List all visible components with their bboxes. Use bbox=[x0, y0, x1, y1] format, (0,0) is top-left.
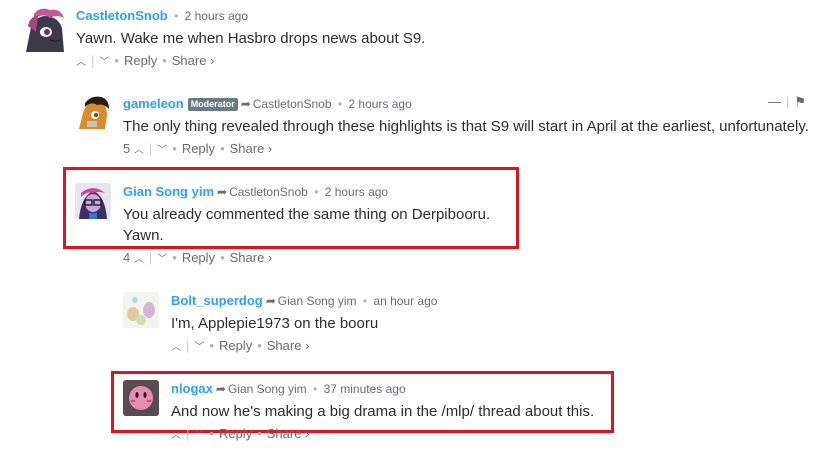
upvote-icon[interactable]: ︿ bbox=[134, 254, 144, 265]
reply-arrow-icon: ➦ bbox=[240, 97, 251, 111]
vote-count: 4 bbox=[123, 250, 131, 265]
reply-button[interactable]: Reply bbox=[219, 338, 252, 353]
author-name[interactable]: CastletonSnob bbox=[76, 8, 168, 23]
downvote-icon[interactable]: ﹀ bbox=[194, 430, 204, 441]
reply-button[interactable]: Reply bbox=[219, 426, 252, 441]
comment-footer: 5 ︿ | ﹀ • Reply • Share › bbox=[123, 141, 273, 156]
parent-author[interactable]: CastletonSnob bbox=[253, 97, 332, 111]
avatar[interactable] bbox=[123, 380, 159, 416]
flag-icon[interactable]: ⚑ bbox=[794, 94, 806, 109]
reply-arrow-icon: ➦ bbox=[265, 294, 276, 308]
comment-header: Bolt_superdog ➦ Gian Song yim • an hour ag… bbox=[171, 293, 438, 308]
downvote-icon[interactable]: ﹀ bbox=[194, 342, 204, 353]
comment-header: gameleon Moderator ➦ CastletonSnob • 2 hour… bbox=[123, 96, 412, 111]
author-name[interactable]: Bolt_superdog bbox=[171, 293, 263, 308]
author-name[interactable]: nlogax bbox=[171, 381, 213, 396]
downvote-icon[interactable]: ﹀ bbox=[157, 145, 167, 156]
parent-author[interactable]: Gian Song yim bbox=[228, 382, 307, 396]
comment-footer: 4 ︿ | ﹀ • Reply • Share › bbox=[123, 250, 273, 265]
share-button[interactable]: Share › bbox=[230, 250, 273, 265]
downvote-icon[interactable]: ﹀ bbox=[99, 57, 109, 68]
timestamp[interactable]: 2 hours ago bbox=[185, 9, 248, 23]
pony-avatar-icon bbox=[75, 95, 111, 131]
comment-body: Yawn. Wake me when Hasbro drops news abo… bbox=[76, 30, 426, 47]
comment-menu: — | ⚑ bbox=[768, 94, 807, 109]
pony-avatar-icon bbox=[20, 6, 68, 54]
parent-author[interactable]: Gian Song yim bbox=[278, 294, 357, 308]
comment-body-line-2: Yawn. bbox=[123, 227, 164, 244]
upvote-icon[interactable]: ︿ bbox=[171, 342, 181, 353]
kirby-avatar-icon bbox=[123, 380, 159, 416]
upvote-icon[interactable]: ︿ bbox=[134, 145, 144, 156]
reply-arrow-icon: ➦ bbox=[215, 382, 226, 396]
comment-header: nlogax ➦ Gian Song yim • 37 minutes ago bbox=[171, 381, 406, 396]
share-button[interactable]: Share › bbox=[230, 141, 273, 156]
avatar[interactable] bbox=[75, 183, 111, 219]
reply-arrow-icon: ➦ bbox=[217, 185, 228, 199]
comment-body: And now he's making a big drama in the /… bbox=[171, 403, 595, 420]
timestamp[interactable]: 2 hours ago bbox=[325, 185, 388, 199]
share-button[interactable]: Share › bbox=[172, 53, 215, 68]
author-name[interactable]: gameleon bbox=[123, 96, 184, 111]
author-name[interactable]: Gian Song yim bbox=[123, 184, 214, 199]
parent-author[interactable]: CastletonSnob bbox=[229, 185, 308, 199]
comment-footer: ︿ | ﹀ • Reply • Share › bbox=[76, 53, 215, 68]
collapse-icon[interactable]: — bbox=[768, 94, 781, 109]
downvote-icon[interactable]: ﹀ bbox=[157, 254, 167, 265]
moderator-badge: Moderator bbox=[187, 98, 238, 111]
comment-footer: ︿ | ﹀ • Reply • Share › bbox=[171, 338, 310, 353]
pony-avatar-icon bbox=[123, 292, 159, 328]
comment-body-line-1: You already commented the same thing on … bbox=[123, 206, 491, 223]
share-button[interactable]: Share › bbox=[267, 338, 310, 353]
timestamp[interactable]: 2 hours ago bbox=[348, 97, 411, 111]
upvote-icon[interactable]: ︿ bbox=[171, 430, 181, 441]
timestamp[interactable]: an hour ago bbox=[373, 294, 437, 308]
comment-header: Gian Song yim ➦ CastletonSnob • 2 hours ag… bbox=[123, 184, 389, 199]
comment-header: CastletonSnob • 2 hours ago bbox=[76, 8, 249, 23]
comment-footer: ︿ | ﹀ • Reply • Share › bbox=[171, 426, 310, 441]
character-avatar-icon bbox=[75, 183, 111, 219]
avatar[interactable] bbox=[20, 6, 68, 54]
comment-body: The only thing revealed through these hi… bbox=[123, 118, 809, 135]
reply-button[interactable]: Reply bbox=[182, 250, 215, 265]
avatar[interactable] bbox=[75, 95, 111, 131]
reply-button[interactable]: Reply bbox=[124, 53, 157, 68]
share-button[interactable]: Share › bbox=[267, 426, 310, 441]
comment-body: I'm, Applepie1973 on the booru bbox=[171, 315, 379, 332]
vote-count: 5 bbox=[123, 141, 131, 156]
avatar[interactable] bbox=[123, 292, 159, 328]
reply-button[interactable]: Reply bbox=[182, 141, 215, 156]
timestamp[interactable]: 37 minutes ago bbox=[324, 382, 406, 396]
upvote-icon[interactable]: ︿ bbox=[76, 57, 86, 68]
